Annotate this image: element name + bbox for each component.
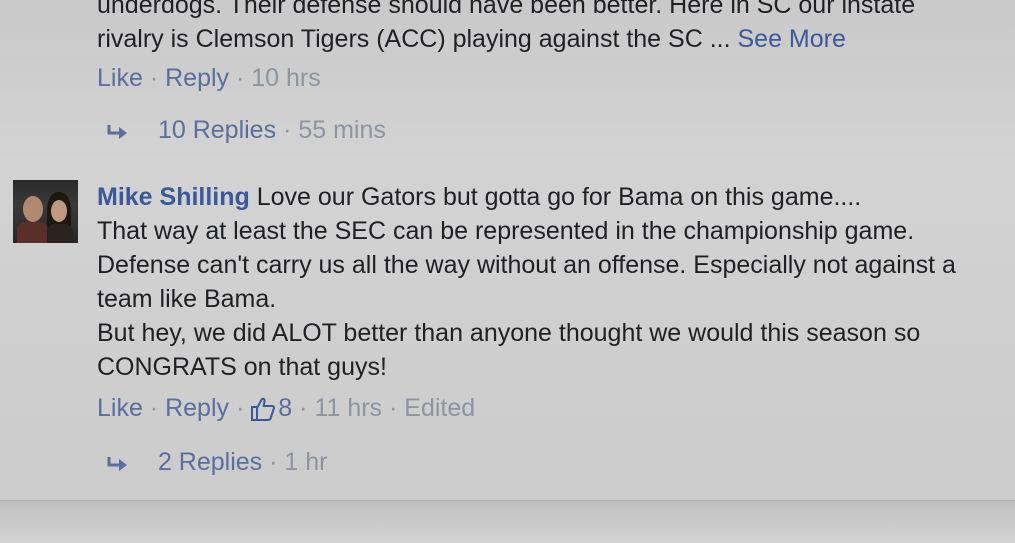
comment-author-name[interactable]: Mike Shilling <box>97 183 250 211</box>
thumbs-up-icon[interactable] <box>250 396 276 422</box>
reply-arrow-icon <box>107 457 127 472</box>
comment-2-timestamp[interactable]: 11 hrs <box>314 394 382 423</box>
comment-2-line-4: team like Bama. <box>97 285 277 313</box>
separator-dot: · <box>382 394 405 422</box>
comment-1-replies-link[interactable]: 10 Replies · 55 mins <box>107 116 386 145</box>
comment-2-like-link[interactable]: Like <box>97 394 143 423</box>
separator-dot: · <box>235 64 245 92</box>
comment-1-reply-link[interactable]: Reply <box>165 64 229 92</box>
comment-1-timestamp[interactable]: 10 hrs <box>251 64 320 92</box>
comment-2-line-2: That way at least the SEC can be represe… <box>97 217 915 245</box>
separator-dot: · <box>292 394 315 422</box>
comment-2-reply-link[interactable]: Reply <box>165 394 229 423</box>
separator-dot: · <box>269 448 278 476</box>
comment-2-replies-link[interactable]: 2 Replies · 1 hr <box>107 448 328 477</box>
separator-dot: · <box>283 116 292 144</box>
comment-1-actions: Like · Reply · 10 hrs <box>97 64 321 93</box>
separator-dot: · <box>149 64 159 92</box>
comment-2-line-1-text: Love our Gators but gotta go for Bama on… <box>256 183 862 211</box>
comment-1-replies-count[interactable]: 10 Replies <box>158 116 276 144</box>
comment-2-replies-time: 1 hr <box>284 448 328 476</box>
comment-1-line-2: rivalry is Clemson Tigers (ACC) playing … <box>97 22 997 56</box>
comment-2-actions: Like · Reply · 8 · 11 hrs · Edited <box>97 394 475 423</box>
comment-1-replies-time: 55 mins <box>298 116 386 144</box>
separator-dot: · <box>229 394 245 422</box>
comment-2-replies-count[interactable]: 2 Replies <box>158 448 262 476</box>
comment-2-line-1: Mike Shilling Love our Gators but gotta … <box>97 180 1012 214</box>
see-more-link[interactable]: See More <box>738 25 846 53</box>
comment-2-text: Mike Shilling Love our Gators but gotta … <box>97 180 1012 384</box>
reply-arrow-icon <box>107 125 127 140</box>
next-section-divider <box>0 500 1015 543</box>
comment-1-like-link[interactable]: Like <box>97 64 143 92</box>
comment-1-text: underdogs. Their defense should have bee… <box>97 0 997 56</box>
comment-2-line-5: But hey, we did ALOT better than anyone … <box>97 319 921 347</box>
avatar[interactable] <box>13 180 78 243</box>
like-count[interactable]: 8 <box>278 394 292 423</box>
comment-1-line-1: underdogs. Their defense should have bee… <box>97 0 916 19</box>
separator-dot: · <box>142 394 166 422</box>
comment-2-line-6: CONGRATS on that guys! <box>97 353 387 381</box>
comment-2-line-3: Defense can't carry us all the way witho… <box>97 251 956 279</box>
edited-label[interactable]: Edited <box>404 394 475 423</box>
comment-1-line-2-text: rivalry is Clemson Tigers (ACC) playing … <box>97 25 731 53</box>
